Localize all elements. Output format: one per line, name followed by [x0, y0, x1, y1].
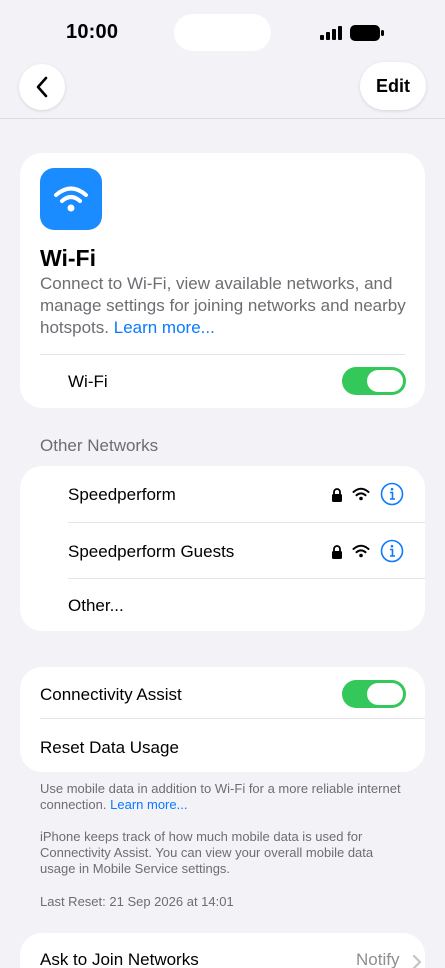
network-row-speedperform-guests[interactable]: Speedperform Guests	[20, 523, 425, 579]
wifi-signal-icon	[352, 544, 370, 558]
network-name: Speedperform	[68, 485, 176, 504]
network-name: Other...	[68, 596, 124, 615]
info-icon[interactable]	[380, 539, 404, 563]
chevron-right-icon	[412, 954, 422, 968]
network-name: Speedperform Guests	[68, 542, 235, 561]
wifi-toggle[interactable]	[342, 367, 406, 395]
battery-icon	[350, 25, 384, 41]
ask-to-join-row[interactable]: Ask to Join Networks Notify	[20, 933, 425, 968]
wifi-app-icon	[40, 168, 102, 230]
divider	[40, 718, 425, 719]
wifi-signal-icon	[352, 487, 370, 501]
status-time: 10:00	[66, 21, 119, 43]
other-networks-list: Speedperform Speedperform Guests Other..…	[20, 466, 425, 631]
network-row-speedperform[interactable]: Speedperform	[20, 466, 425, 522]
ask-to-join-value: Notify	[356, 950, 400, 968]
note-text: Use mobile data in addition to Wi-Fi for…	[40, 781, 401, 812]
connectivity-assist-toggle[interactable]	[342, 680, 406, 708]
wifi-header-card: Wi-Fi Connect to Wi-Fi, view available n…	[20, 153, 425, 408]
network-row-other[interactable]: Other...	[20, 579, 425, 631]
ask-to-join-label: Ask to Join Networks	[40, 950, 199, 968]
status-bar: 10:00	[0, 0, 445, 62]
toggle-knob	[367, 370, 403, 392]
toggle-knob	[367, 683, 403, 705]
connectivity-assist-note: Use mobile data in addition to Wi-Fi for…	[40, 781, 410, 813]
learn-more-link[interactable]: Learn more...	[114, 318, 215, 337]
reset-data-usage-button[interactable]: Reset Data Usage	[40, 738, 179, 758]
navigation-bar: Edit	[0, 62, 445, 119]
wifi-description-text: Connect to Wi-Fi, view available network…	[40, 274, 406, 337]
lock-icon	[332, 545, 342, 559]
page-title: Wi-Fi	[40, 245, 96, 271]
other-networks-header: Other Networks	[40, 436, 159, 455]
connectivity-assist-card: Connectivity Assist Reset Data Usage	[20, 667, 425, 772]
dynamic-island	[174, 14, 271, 51]
wifi-icon	[54, 186, 88, 212]
wifi-toggle-label: Wi-Fi	[68, 372, 108, 391]
connectivity-assist-label: Connectivity Assist	[40, 685, 182, 704]
data-tracking-note: iPhone keeps track of how much mobile da…	[40, 829, 374, 876]
cellular-signal-icon	[320, 26, 342, 40]
edit-button[interactable]: Edit	[360, 62, 426, 110]
last-reset-text: Last Reset: 21 Sep 2026 at 14:01	[40, 894, 234, 909]
back-button[interactable]	[19, 64, 65, 110]
info-icon[interactable]	[380, 482, 404, 506]
lock-icon	[332, 488, 342, 502]
chevron-left-icon	[36, 76, 48, 98]
wifi-description: Connect to Wi-Fi, view available network…	[40, 273, 410, 339]
phone-screen: 10:00 Edit Wi-Fi Connect to Wi-Fi, view …	[0, 0, 445, 968]
learn-more-link[interactable]: Learn more...	[110, 797, 187, 812]
divider	[40, 354, 405, 355]
